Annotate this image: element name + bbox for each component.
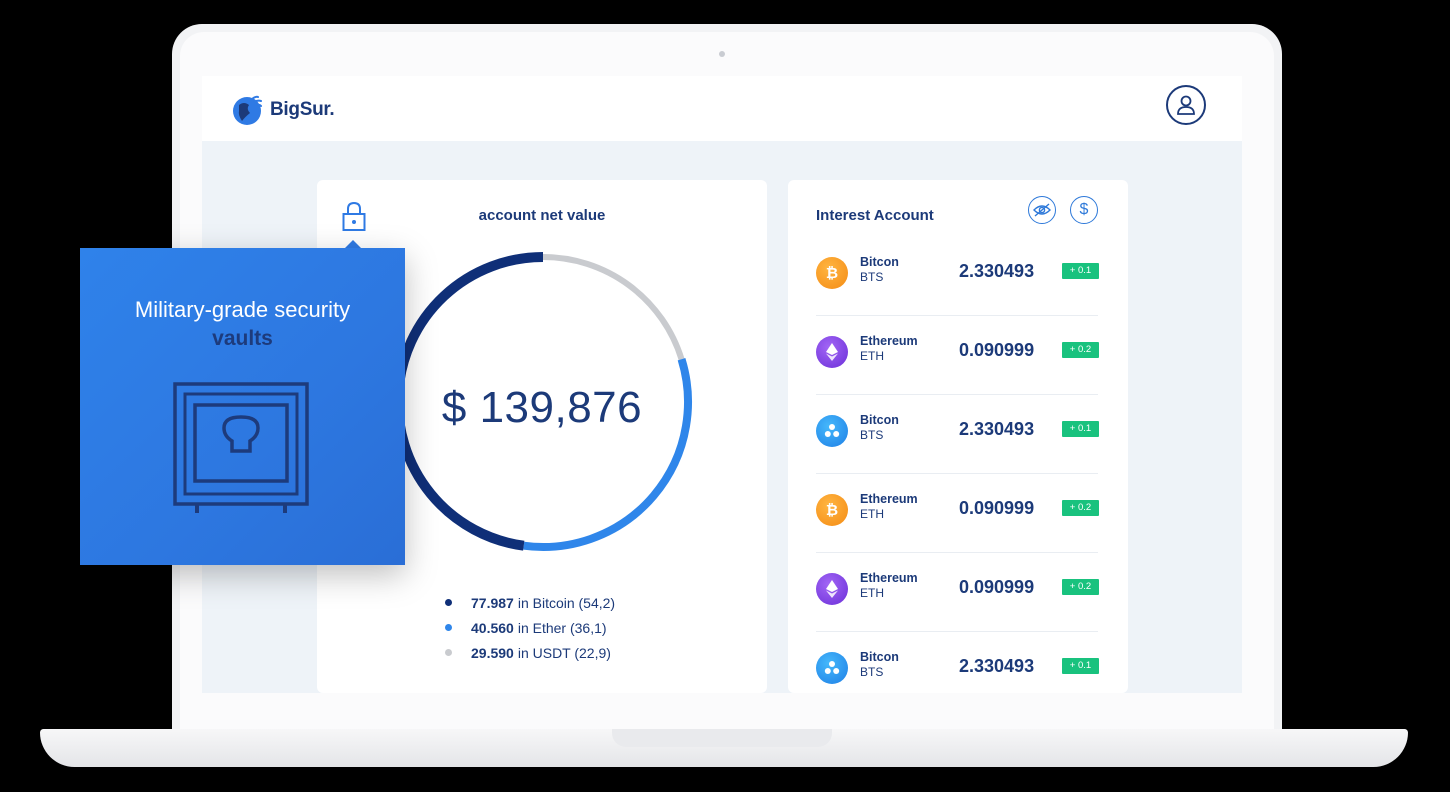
vault-icon	[173, 382, 309, 513]
list-item[interactable]: ₿ Ethereum ETH 0.090999 + 0.2	[816, 474, 1099, 553]
coin-symbol: ETH	[860, 586, 884, 600]
coin-name: Ethereum	[860, 334, 918, 348]
coin-name: Bitcon	[860, 413, 899, 427]
coin-icon	[816, 336, 848, 368]
profile-button[interactable]	[1166, 85, 1206, 125]
coin-amount: 0.090999	[959, 577, 1035, 597]
coin-symbol: BTS	[860, 270, 884, 284]
webcam	[719, 51, 725, 57]
coin-amount: 2.330493	[959, 656, 1035, 676]
top-bar: BigSur.	[202, 76, 1242, 141]
legend-text: in USDT (22,9)	[517, 644, 611, 661]
change-badge: + 0.2	[1062, 500, 1099, 516]
svg-text:₿: ₿	[826, 264, 838, 282]
hide-balance-button[interactable]	[1028, 196, 1056, 224]
dollar-icon: $	[1079, 201, 1089, 218]
coin-amount: 2.330493	[959, 261, 1035, 281]
coin-icon	[816, 652, 848, 684]
laptop-notch	[612, 729, 832, 747]
coin-name: Ethereum	[860, 492, 918, 506]
coin-icon	[816, 415, 848, 447]
list-item[interactable]: ₿ Bitcon BTS 2.330493 + 0.1	[816, 237, 1099, 316]
net-value-legend: 77.987 in Bitcoin (54,2) 40.560 in Ether…	[445, 590, 615, 665]
legend-dot	[445, 649, 452, 656]
user-icon	[1177, 95, 1195, 115]
interest-account-card: Interest Account $ ₿ Bitcon BTS 2.330493…	[788, 180, 1128, 693]
coin-symbol: BTS	[860, 428, 884, 442]
currency-button[interactable]: $	[1070, 196, 1098, 224]
coin-symbol: ETH	[860, 507, 884, 521]
brand-name: BigSur.	[270, 99, 335, 120]
list-item[interactable]: Ethereum ETH 0.090999 + 0.2	[816, 316, 1099, 395]
legend-item: 29.590 in USDT (22,9)	[445, 640, 615, 665]
coin-amount: 0.090999	[959, 498, 1035, 518]
coin-amount: 0.090999	[959, 340, 1035, 360]
brand-logo[interactable]: BigSur.	[230, 93, 335, 127]
coin-amount: 2.330493	[959, 419, 1035, 439]
donut-slice-usdt	[542, 254, 685, 361]
coin-icon: ₿	[816, 494, 848, 526]
change-badge: + 0.1	[1062, 263, 1099, 279]
list-item[interactable]: Ethereum ETH 0.090999 + 0.2	[816, 553, 1099, 632]
coin-symbol: BTS	[860, 665, 884, 679]
legend-item: 77.987 in Bitcoin (54,2)	[445, 590, 615, 615]
coin-icon: ₿	[816, 257, 848, 289]
list-item[interactable]: Bitcon BTS 2.330493 + 0.1	[816, 632, 1099, 693]
coin-icon	[816, 573, 848, 605]
legend-amount: 40.560	[471, 619, 514, 636]
change-badge: + 0.2	[1062, 579, 1099, 595]
legend-text: in Ether (36,1)	[517, 619, 607, 636]
change-badge: + 0.2	[1062, 342, 1099, 358]
legend-amount: 77.987	[471, 594, 514, 611]
change-badge: + 0.1	[1062, 658, 1099, 674]
legend-dot	[445, 624, 452, 631]
coin-name: Bitcon	[860, 650, 899, 664]
promo-subheadline: vaults	[212, 327, 273, 350]
interest-account-title: Interest Account	[816, 207, 934, 224]
legend-dot	[445, 599, 452, 606]
coin-name: Ethereum	[860, 571, 918, 585]
eye-off-icon	[1033, 203, 1051, 217]
svg-text:₿: ₿	[826, 501, 838, 519]
promo-headline: Military-grade security	[134, 297, 351, 322]
coin-name: Bitcon	[860, 255, 899, 269]
legend-amount: 29.590	[471, 644, 514, 661]
legend-text: in Bitcoin (54,2)	[517, 594, 616, 611]
legend-item: 40.560 in Ether (36,1)	[445, 615, 615, 640]
security-promo-box: Military-grade security vaults	[80, 248, 405, 565]
globe-logo-icon	[233, 95, 262, 125]
interest-account-list: ₿ Bitcon BTS 2.330493 + 0.1 Ethereum ETH…	[816, 237, 1099, 693]
coin-symbol: ETH	[860, 349, 884, 363]
list-item[interactable]: Bitcon BTS 2.330493 + 0.1	[816, 395, 1099, 474]
change-badge: + 0.1	[1062, 421, 1099, 437]
